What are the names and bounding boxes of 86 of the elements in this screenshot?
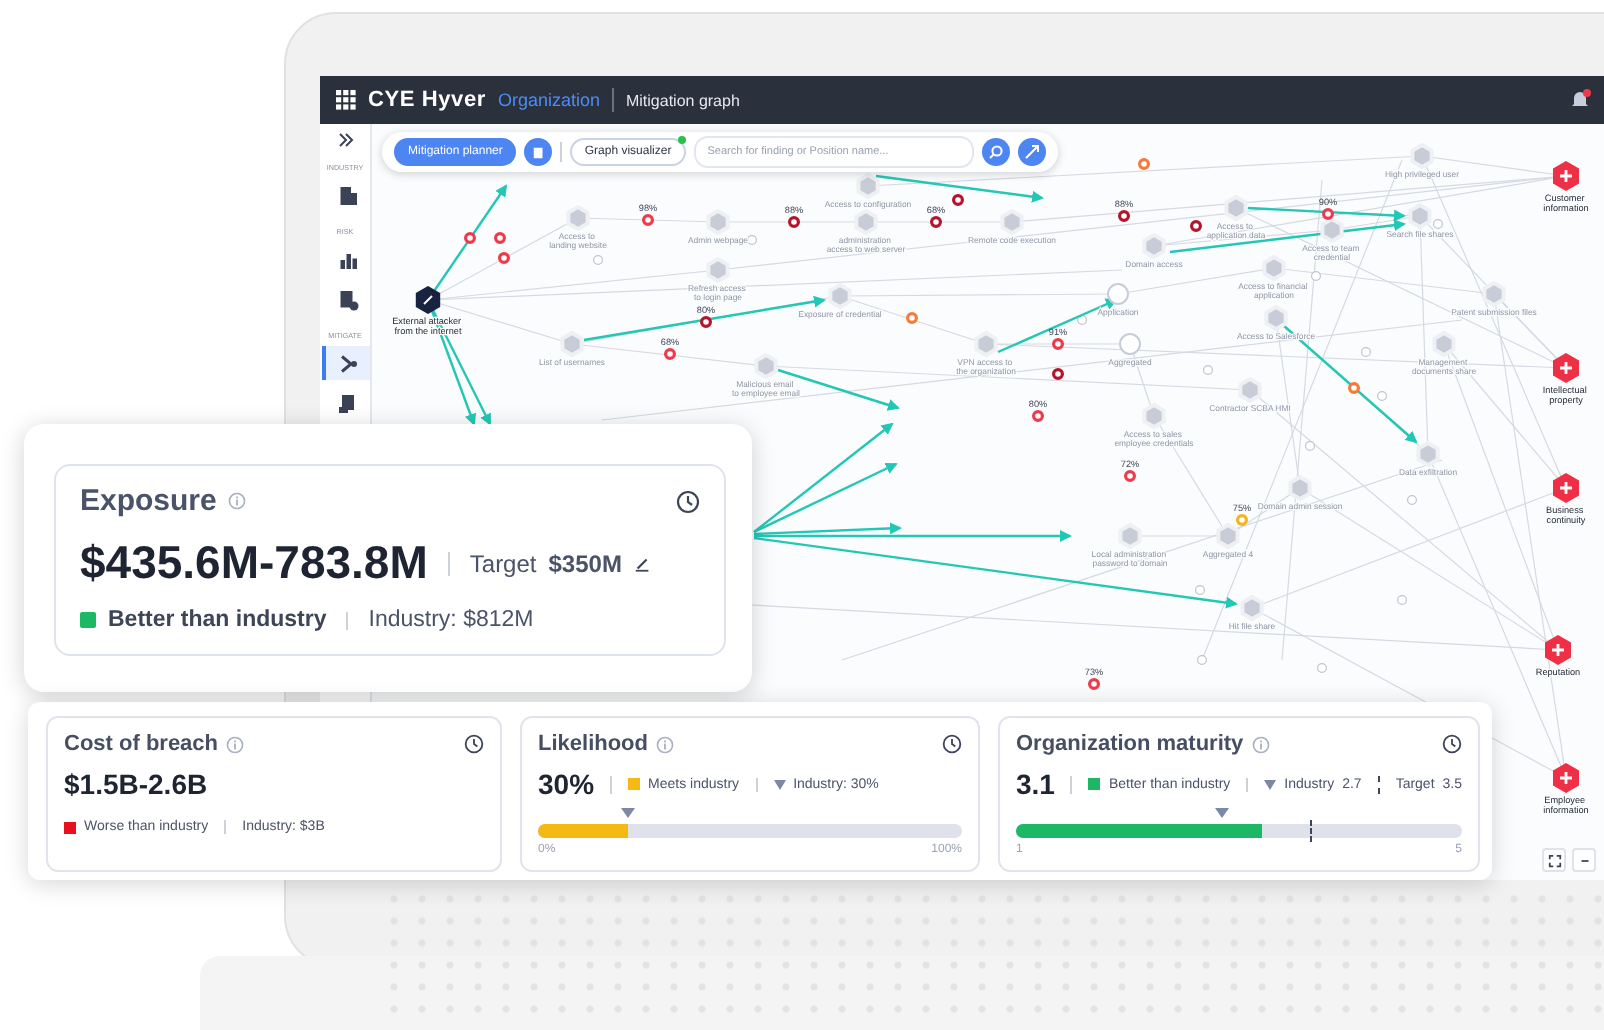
attacker-node[interactable] (415, 286, 441, 314)
metric-value: $435.6M-783.8M (80, 536, 428, 590)
junction-node[interactable] (1311, 271, 1321, 281)
info-icon[interactable] (1251, 735, 1270, 753)
metric-value: $1.5B-2.6B (64, 768, 210, 800)
junction-node[interactable] (1433, 219, 1443, 229)
attack-path-arrow (777, 368, 900, 411)
brand-name: CYE Hyver (368, 88, 486, 112)
finding-marker[interactable] (1190, 220, 1202, 232)
info-icon[interactable] (228, 492, 247, 510)
info-icon[interactable] (226, 735, 245, 753)
fit-screen-icon (1547, 853, 1561, 867)
finding-marker[interactable] (700, 316, 712, 328)
card-title: Organization maturity (1016, 732, 1244, 756)
target-value: $350M (548, 549, 622, 577)
finding-marker[interactable] (952, 194, 964, 206)
status-label: Better than industry (108, 608, 327, 632)
history-icon[interactable] (676, 489, 700, 513)
junction-node[interactable] (1195, 585, 1205, 595)
junction-node[interactable] (1305, 441, 1315, 451)
junction-node[interactable] (1197, 655, 1207, 665)
info-icon[interactable] (656, 735, 674, 753)
finding-marker[interactable] (930, 216, 942, 228)
document-icon (531, 145, 546, 159)
junction-node[interactable] (1203, 365, 1213, 375)
triangle-icon (1264, 779, 1277, 789)
page-title: Mitigation graph (625, 91, 740, 109)
target-label: Target (469, 549, 537, 577)
document-icon (335, 287, 359, 311)
finding-marker[interactable] (1348, 382, 1360, 394)
finding-marker[interactable] (906, 312, 918, 324)
arrow-icon (1024, 144, 1040, 160)
asset-node[interactable] (1119, 333, 1141, 355)
card-title: Exposure (80, 484, 217, 518)
finding-marker[interactable] (1032, 410, 1044, 422)
card-title: Cost of breach (64, 732, 219, 756)
finding-marker[interactable] (1236, 514, 1248, 526)
share-button[interactable] (1018, 138, 1046, 166)
impact-node[interactable] (1545, 635, 1571, 665)
sidebar-item[interactable] (321, 346, 369, 380)
finding-marker[interactable] (1138, 158, 1150, 170)
search-button[interactable] (982, 138, 1010, 166)
finding-marker[interactable] (1052, 338, 1064, 350)
junction-node[interactable] (1361, 347, 1371, 357)
triangle-icon (773, 779, 786, 789)
clipboard-icon (335, 391, 359, 415)
app-grid-icon[interactable] (336, 90, 356, 110)
impact-node[interactable] (1553, 763, 1579, 793)
junction-node[interactable] (1407, 495, 1417, 505)
card-title: Likelihood (538, 732, 648, 756)
junction-node[interactable] (747, 235, 757, 245)
finding-marker[interactable] (788, 216, 800, 228)
impact-node[interactable] (1553, 161, 1579, 191)
document-button[interactable] (524, 138, 553, 166)
finding-marker[interactable] (642, 214, 654, 226)
building-icon (335, 183, 359, 207)
finding-marker[interactable] (494, 232, 506, 244)
junction-node[interactable] (1377, 391, 1387, 401)
junction-node[interactable] (1077, 315, 1087, 325)
finding-marker[interactable] (498, 252, 510, 264)
industry-value: Industry: $812M (368, 608, 534, 632)
junction-node[interactable] (1317, 663, 1327, 673)
history-icon[interactable] (942, 734, 962, 754)
history-icon[interactable] (464, 734, 484, 754)
workspace-name[interactable]: Organization (497, 90, 600, 110)
finding-marker[interactable] (464, 232, 476, 244)
impact-node[interactable] (1553, 353, 1579, 383)
finding-marker[interactable] (1124, 470, 1136, 482)
expand-icon[interactable] (337, 132, 353, 148)
search-icon (988, 144, 1004, 160)
metric-value: 30% (538, 768, 595, 800)
junction-node[interactable] (593, 255, 603, 265)
bell-icon[interactable] (1568, 88, 1592, 112)
finding-marker[interactable] (664, 348, 676, 360)
junction-node[interactable] (1397, 595, 1407, 605)
finding-marker[interactable] (1052, 368, 1064, 380)
edit-icon[interactable] (633, 554, 652, 572)
asset-node[interactable] (1107, 283, 1129, 305)
finding-marker[interactable] (1088, 678, 1100, 690)
finding-marker[interactable] (1322, 208, 1334, 220)
metric-value: 3.1 (1016, 768, 1055, 800)
graph-icon (335, 351, 359, 375)
history-icon[interactable] (1442, 734, 1463, 754)
fit-screen-button[interactable] (1542, 848, 1566, 872)
finding-marker[interactable] (1118, 210, 1130, 222)
impact-node[interactable] (1553, 473, 1579, 503)
